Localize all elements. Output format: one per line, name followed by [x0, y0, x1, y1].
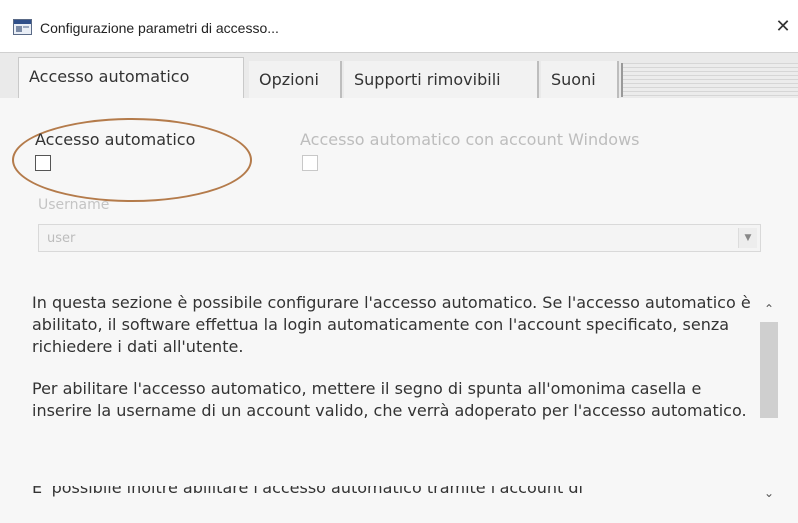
username-combobox[interactable]: user ▼	[38, 224, 761, 252]
auto-login-label: Accesso automatico	[35, 130, 196, 149]
close-button[interactable]: ✕	[770, 14, 796, 40]
chevron-down-icon[interactable]: ▼	[738, 228, 757, 248]
app-window-icon	[13, 19, 32, 35]
help-paragraph-partial: E' possibile inoltre abilitare l'accesso…	[32, 486, 583, 497]
username-label: Username	[38, 197, 110, 213]
scroll-down-icon[interactable]: ⌄	[762, 486, 776, 500]
help-paragraph: In questa sezione è possibile configurar…	[32, 293, 751, 356]
help-paragraph: Per abilitare l'accesso automatico, mett…	[32, 379, 747, 420]
title-bar: Configurazione parametri di accesso... ✕	[0, 0, 798, 46]
tab-suoni[interactable]: Suoni	[541, 61, 619, 99]
auto-login-checkbox[interactable]	[35, 155, 51, 171]
tab-accesso-automatico[interactable]: Accesso automatico	[18, 57, 244, 100]
window-title: Configurazione parametri di accesso...	[40, 20, 279, 36]
scrollbar-thumb[interactable]	[760, 322, 778, 418]
windows-login-checkbox[interactable]	[302, 155, 318, 171]
scroll-up-icon[interactable]: ⌃	[762, 302, 776, 316]
help-text: In questa sezione è possibile configurar…	[32, 292, 752, 442]
tab-opzioni[interactable]: Opzioni	[249, 61, 342, 99]
windows-login-label: Accesso automatico con account Windows	[300, 130, 640, 149]
tab-strip-filler	[621, 63, 798, 97]
tab-strip: Accesso automatico Opzioni Supporti rimo…	[0, 52, 798, 100]
username-value: user	[47, 231, 76, 246]
tab-supporti-rimovibili[interactable]: Supporti rimovibili	[344, 61, 539, 99]
help-cut-line: E' possibile inoltre abilitare l'accesso…	[32, 486, 752, 500]
